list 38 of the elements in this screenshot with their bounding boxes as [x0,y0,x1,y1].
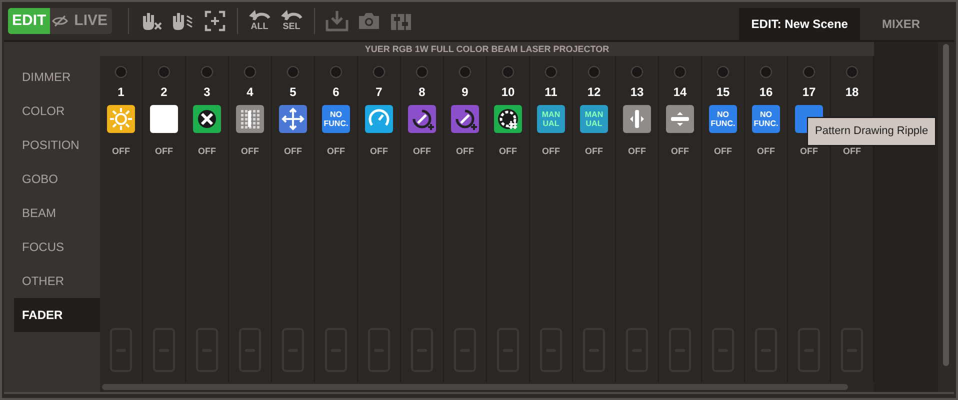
channel-number: 3 [204,85,210,99]
channel-number: 11 [544,85,558,99]
channel-value: OFF [499,145,517,158]
channel-value: OFF [585,145,603,158]
channel-number: 1 [118,85,124,99]
channel-value: OFF [843,145,861,158]
channel-value: OFF [628,145,646,158]
channel-number: 17 [802,85,816,99]
channel-number: 8 [418,85,426,99]
channel-value: OFF [542,145,560,158]
channel-number: 13 [630,85,644,99]
fixture-title: YUER RGB 1W FULL COLOR BEAM LASER PROJECTOR [100,42,874,56]
channel-value: OFF [198,145,216,158]
channel-value: OFF [155,145,173,158]
channel-number: 5 [290,85,296,99]
channel-value: OFF [327,145,345,158]
channel-number: 6 [332,85,340,99]
channel-value: OFF [284,145,302,158]
channel-number: 10 [501,85,515,99]
channel-value: OFF [714,145,732,158]
channel-number: 18 [845,85,859,99]
channel-value: OFF [456,145,474,158]
channel-value: OFF [413,145,431,158]
channel-number: 15 [716,85,730,99]
tooltip: Pattern Drawing Ripple [807,117,936,146]
channel-number: 12 [587,85,601,99]
channel-value: OFF [241,145,259,158]
channel-value: OFF [671,145,689,158]
channel-number: 4 [246,85,254,99]
channel-value: OFF [112,145,130,158]
channel-value: OFF [800,145,818,158]
channel-number: 14 [673,85,687,99]
channel-number: 2 [160,85,168,99]
channel-value: OFF [757,145,775,158]
channel-number: 16 [759,85,773,99]
channel-number: 9 [462,85,468,99]
channel-value: OFF [370,145,388,158]
channel-number: 7 [376,85,382,99]
